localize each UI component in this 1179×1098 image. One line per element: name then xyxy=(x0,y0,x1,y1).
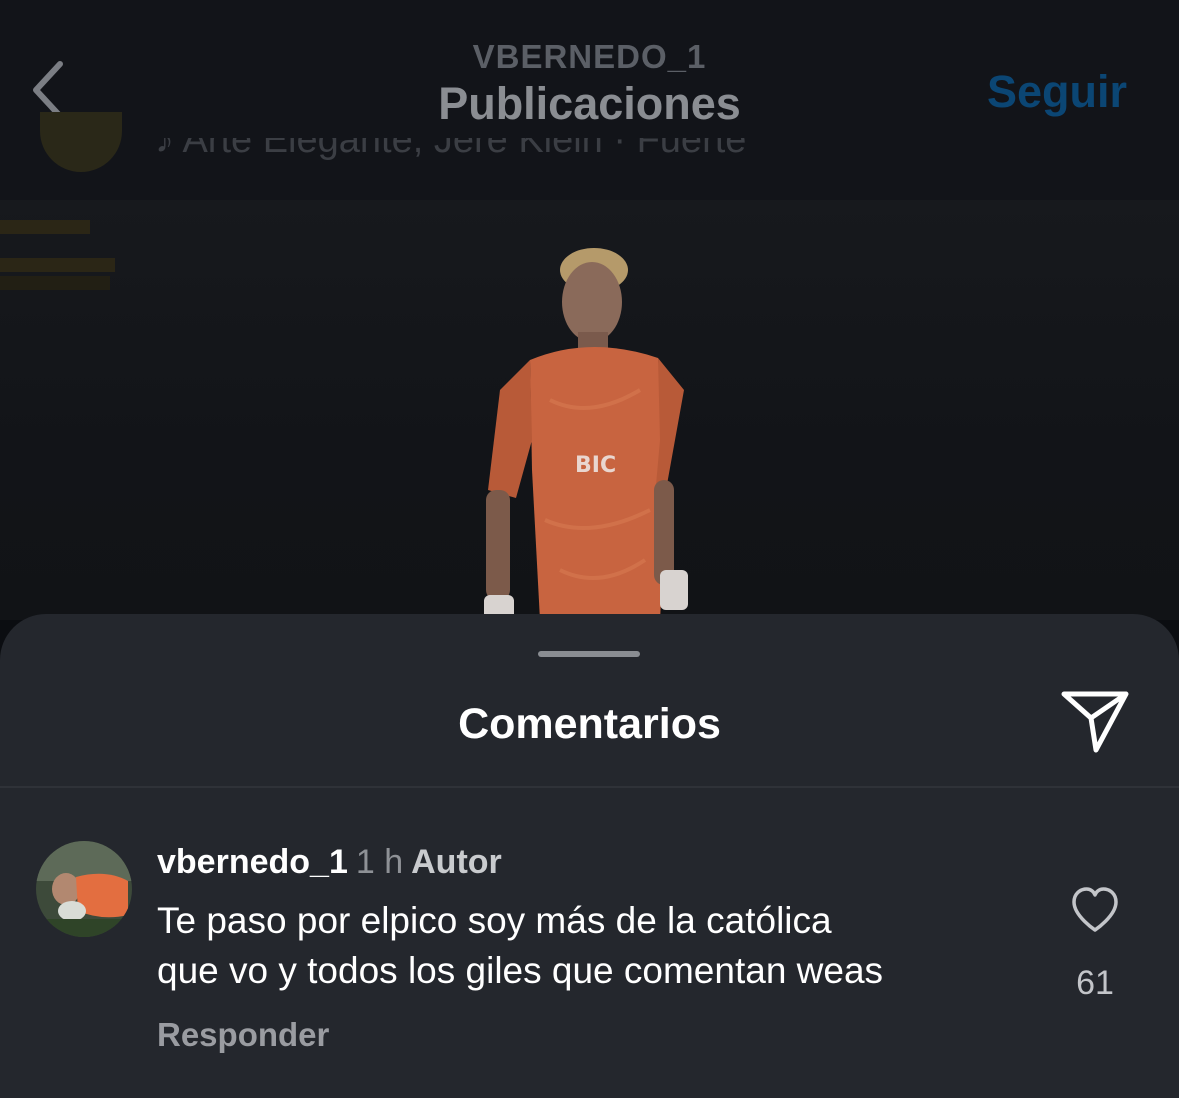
comment-time: 1 h xyxy=(355,843,404,881)
follow-button[interactable]: Seguir xyxy=(987,66,1127,118)
like-button[interactable] xyxy=(1070,886,1120,934)
author-badge: Autor xyxy=(411,843,502,881)
stadium-light-stripe xyxy=(0,220,90,234)
share-button[interactable] xyxy=(1058,684,1132,758)
stadium-light-stripe xyxy=(0,258,115,272)
heart-outline-icon xyxy=(1072,887,1118,932)
divider xyxy=(0,786,1179,788)
goalkeeper-photo: BIC xyxy=(484,248,688,620)
paper-plane-icon xyxy=(1061,691,1129,753)
comment-username[interactable]: vbernedo_1 xyxy=(157,843,348,881)
svg-text:BIC: BIC xyxy=(575,453,616,478)
stadium-light-stripe xyxy=(0,276,110,290)
post-image[interactable]: BIC xyxy=(0,200,1179,620)
reply-button[interactable]: Responder xyxy=(157,1016,329,1054)
music-info[interactable]: ♪ Arte Elegante, Jere Klein · Fuerte xyxy=(155,138,746,164)
comment-text: Te paso por elpico soy más de la católic… xyxy=(157,900,884,991)
music-label: ♪ Arte Elegante, Jere Klein · Fuerte xyxy=(155,138,747,161)
like-count: 61 xyxy=(1076,964,1114,1002)
sheet-title: Comentarios xyxy=(458,700,721,748)
comment-avatar[interactable] xyxy=(36,841,132,937)
avatar-image xyxy=(36,841,132,937)
comment-meta: vbernedo_1 1 h Autor xyxy=(157,842,1037,882)
sheet-grabber[interactable] xyxy=(538,651,640,657)
comment: vbernedo_1 1 h Autor Te paso por elpico so… xyxy=(157,842,1037,996)
top-header: ♪ Arte Elegante, Jere Klein · Fuerte VBE… xyxy=(0,0,1179,200)
